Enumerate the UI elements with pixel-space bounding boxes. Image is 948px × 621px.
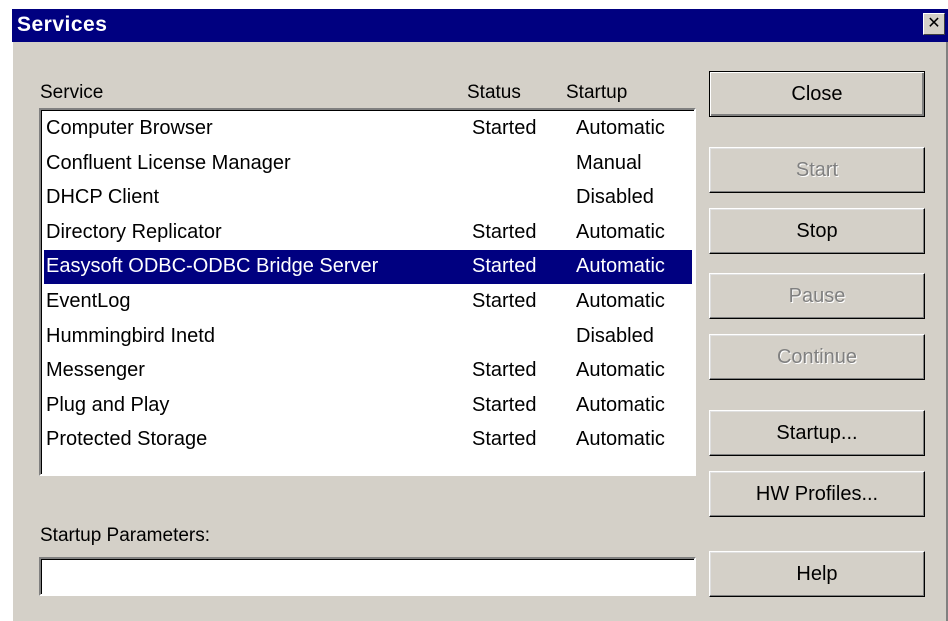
service-row[interactable]: Plug and Play Started Automatic	[44, 389, 692, 423]
service-list[interactable]: Computer Browser Started Automatic Confluen…	[39, 108, 696, 476]
service-startup: Automatic	[576, 359, 665, 382]
close-button[interactable]: Close	[709, 71, 925, 117]
service-status: Started	[472, 428, 537, 451]
hw-profiles-button[interactable]: HW Profiles...	[709, 471, 925, 517]
service-name: Computer Browser	[46, 117, 213, 139]
service-name: Messenger	[46, 359, 145, 382]
close-icon[interactable]: ✕	[923, 13, 945, 35]
service-startup: Manual	[576, 151, 642, 174]
service-name: Hummingbird Inetd	[46, 324, 215, 347]
service-startup: Disabled	[576, 324, 654, 347]
service-row[interactable]: Directory Replicator Started Automatic	[44, 216, 692, 250]
service-status: Started	[472, 255, 537, 278]
service-name: Confluent License Manager	[46, 151, 291, 174]
service-status: Started	[472, 220, 537, 243]
service-name: DHCP Client	[46, 186, 159, 209]
service-name: EventLog	[46, 290, 131, 312]
title-bar[interactable]: Services ✕	[12, 9, 948, 42]
service-startup: Automatic	[576, 428, 665, 451]
service-startup: Automatic	[576, 290, 665, 312]
column-header-status: Status	[467, 82, 521, 103]
service-startup: Automatic	[576, 220, 665, 243]
service-row[interactable]: EventLog Started Automatic	[44, 285, 692, 319]
service-status: Started	[472, 117, 537, 139]
service-row[interactable]: Confluent License Manager Manual	[44, 147, 692, 181]
startup-parameters-input[interactable]	[39, 557, 696, 596]
service-status: Started	[472, 290, 537, 312]
service-row[interactable]: Easysoft ODBC-ODBC Bridge Server Started A…	[44, 250, 692, 285]
continue-button[interactable]: Continue	[709, 334, 925, 380]
startup-button[interactable]: Startup...	[709, 410, 925, 456]
service-row[interactable]: Computer Browser Started Automatic	[44, 112, 692, 146]
service-row[interactable]: Hummingbird Inetd Disabled	[44, 320, 692, 354]
help-button[interactable]: Help	[709, 551, 925, 597]
services-dialog: Services ✕ Service Status Startup Comput…	[12, 9, 948, 621]
service-startup: Disabled	[576, 186, 654, 209]
startup-parameters-label: Startup Parameters:	[40, 525, 211, 546]
service-name: Directory Replicator	[46, 220, 222, 243]
service-name: Protected Storage	[46, 428, 208, 451]
service-row[interactable]: Protected Storage Started Automatic	[44, 423, 692, 457]
service-status: Started	[472, 393, 537, 416]
service-name: Easysoft ODBC-ODBC Bridge Server	[46, 255, 379, 278]
service-startup: Automatic	[576, 117, 665, 139]
service-row[interactable]: DHCP Client Disabled	[44, 181, 692, 215]
service-name: Plug and Play	[46, 393, 170, 416]
pause-button[interactable]: Pause	[709, 273, 925, 319]
window-title: Services	[17, 13, 108, 36]
start-button[interactable]: Start	[709, 147, 925, 193]
service-startup: Automatic	[576, 393, 665, 416]
column-header-service: Service	[40, 82, 104, 103]
column-header-startup: Startup	[566, 82, 628, 103]
service-row[interactable]: Messenger Started Automatic	[44, 354, 692, 388]
service-startup: Automatic	[576, 255, 665, 278]
stop-button[interactable]: Stop	[709, 208, 925, 254]
service-status: Started	[472, 359, 537, 382]
